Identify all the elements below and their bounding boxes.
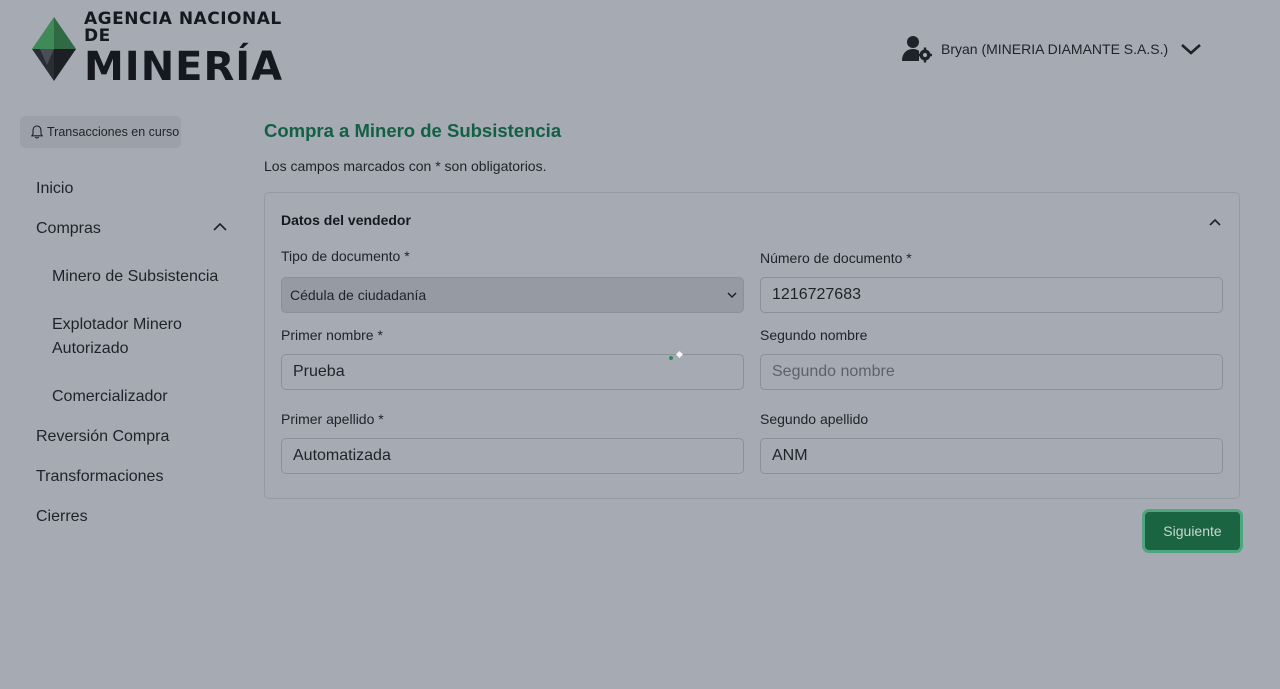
transactions-in-progress-button[interactable]: Transacciones en curso [20, 116, 181, 148]
sidebar-item-inicio[interactable]: Inicio [36, 180, 73, 198]
sidebar-item-compras[interactable]: Compras [36, 220, 101, 238]
sidebar-item-cierres[interactable]: Cierres [36, 508, 88, 526]
logo-line2: MINERÍA [84, 44, 284, 90]
loading-spinner-icon [669, 351, 684, 360]
select-chevron-icon [727, 292, 737, 299]
doc-type-label: Tipo de documento * [281, 248, 410, 264]
agency-logo: AGENCIA NACIONAL DE MINERÍA [32, 11, 292, 87]
user-name-label: Bryan (MINERIA DIAMANTE S.A.S.) [941, 41, 1169, 57]
doc-type-value: Cédula de ciudadanía [290, 287, 427, 303]
bell-icon [31, 125, 43, 139]
doc-type-select[interactable]: Cédula de ciudadanía [281, 277, 744, 313]
page-title: Compra a Minero de Subsistencia [264, 120, 562, 141]
first-surname-label: Primer apellido * [281, 411, 384, 427]
second-surname-input[interactable] [760, 438, 1223, 474]
transactions-label: Transacciones en curso [47, 125, 180, 139]
second-name-label: Segundo nombre [760, 327, 868, 343]
second-name-input[interactable] [760, 354, 1223, 390]
sidebar-item-transformaciones[interactable]: Transformaciones [36, 468, 163, 486]
logo-diamond-icon [32, 17, 76, 81]
first-name-label: Primer nombre * [281, 327, 383, 343]
user-menu[interactable]: Bryan (MINERIA DIAMANTE S.A.S.) [902, 34, 1202, 64]
chevron-up-icon[interactable] [213, 222, 227, 232]
sidebar-item-explotador-minero[interactable]: Explotador Minero Autorizado [52, 313, 222, 361]
required-fields-note: Los campos marcados con * son obligatori… [264, 158, 547, 174]
first-surname-input[interactable] [281, 438, 744, 474]
sidebar-item-comercializador[interactable]: Comercializador [52, 388, 168, 406]
section-title: Datos del vendedor [281, 212, 411, 228]
user-gear-icon [902, 36, 932, 63]
sidebar-item-minero-subsistencia[interactable]: Minero de Subsistencia [52, 268, 218, 286]
logo-line1: AGENCIA NACIONAL DE [84, 9, 282, 46]
doc-number-input[interactable] [760, 277, 1223, 313]
second-surname-label: Segundo apellido [760, 411, 869, 427]
sidebar-item-reversion-compra[interactable]: Reversión Compra [36, 428, 169, 446]
chevron-down-icon[interactable] [1180, 42, 1202, 56]
doc-number-label: Número de documento * [760, 250, 912, 266]
collapse-chevron-icon[interactable] [1208, 217, 1222, 227]
next-button[interactable]: Siguiente [1142, 509, 1243, 553]
